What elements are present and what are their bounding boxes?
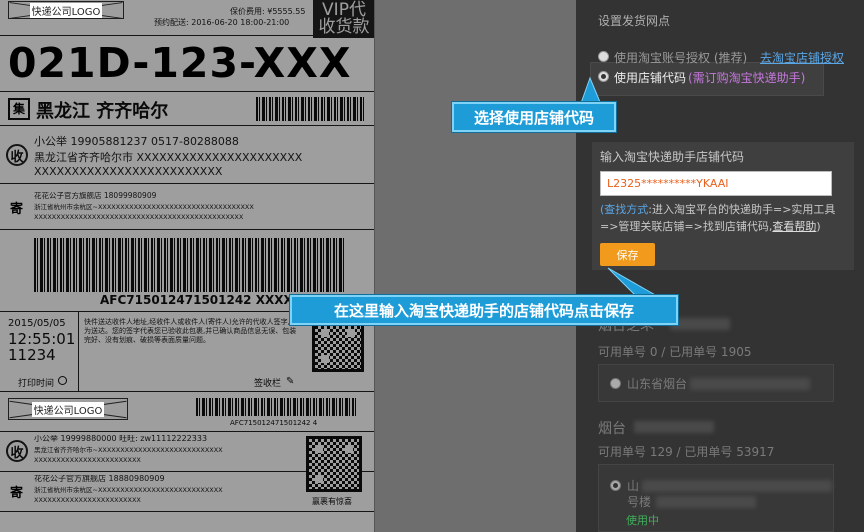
callout-input-and-save: 在这里输入淘宝快递助手的店铺代码点击保存	[290, 295, 678, 325]
callout-arrows	[579, 76, 666, 301]
callout-select-shop-code: 选择使用店铺代码	[452, 102, 616, 132]
